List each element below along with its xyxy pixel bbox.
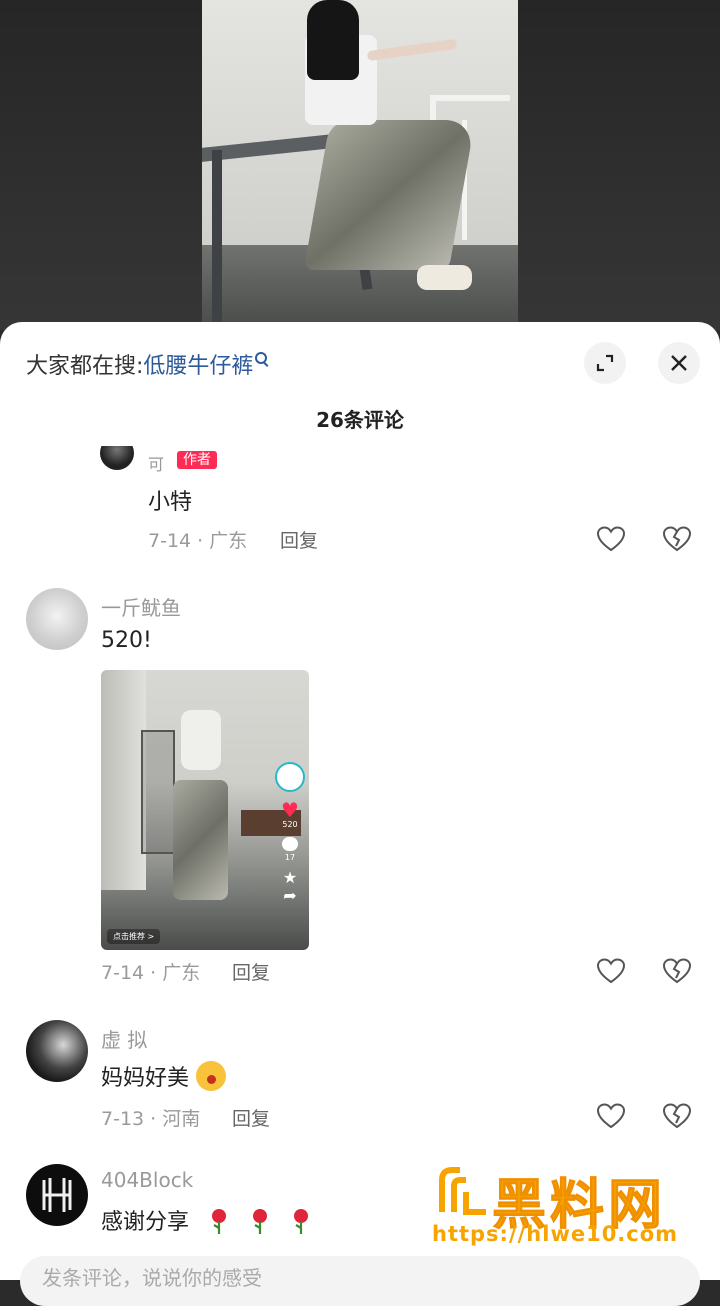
commenter-name[interactable]: 虚 拟 bbox=[101, 1024, 147, 1053]
thumbnail-heart-icon: ♥ bbox=[281, 798, 299, 822]
avatar[interactable] bbox=[26, 588, 88, 650]
hot-search-prefix: 大家都在搜: bbox=[26, 354, 144, 379]
heart-icon[interactable] bbox=[596, 1101, 626, 1131]
comment-text: 小特 bbox=[148, 490, 193, 515]
video-preview[interactable] bbox=[202, 0, 518, 325]
thumbnail-comment-count: 17 bbox=[284, 853, 296, 862]
heart-icon[interactable] bbox=[596, 956, 626, 986]
close-icon bbox=[671, 355, 687, 371]
thumbnail-comment-icon bbox=[282, 837, 298, 851]
reply-button[interactable]: 回复 bbox=[232, 1104, 270, 1131]
broken-heart-icon[interactable] bbox=[662, 524, 692, 554]
comment-meta: 7-14 · 广东 bbox=[101, 962, 201, 984]
heart-icon[interactable] bbox=[596, 524, 626, 554]
search-icon bbox=[255, 352, 268, 364]
reply-button[interactable]: 回复 bbox=[232, 958, 270, 985]
avatar[interactable] bbox=[100, 446, 134, 470]
comment-sheet: 大家都在搜:低腰牛仔裤 26条评论 可 作者 小特 7-14 · 广东 回复 一… bbox=[0, 322, 720, 1280]
rose-icon bbox=[212, 1209, 227, 1234]
thumbnail-glass-case bbox=[141, 730, 175, 854]
thumbnail-avatar bbox=[275, 762, 305, 792]
comment-count-title: 26条评论 bbox=[316, 408, 404, 432]
commenter-name[interactable]: 404Block bbox=[101, 1168, 193, 1192]
expand-button[interactable] bbox=[584, 342, 626, 384]
watermark-url: https://hlwe10.com bbox=[432, 1222, 679, 1246]
comment-text: 妈妈好美 bbox=[101, 1060, 227, 1092]
comment-list[interactable]: 可 作者 小特 7-14 · 广东 回复 一斤鱿鱼 520! ♥ 520 17 … bbox=[0, 446, 720, 1280]
thumbnail-like-count: 520 bbox=[282, 820, 298, 829]
comment-text: 感谢分享 bbox=[101, 1204, 312, 1236]
broken-heart-icon[interactable] bbox=[662, 1101, 692, 1131]
comment-input-placeholder: 发条评论，说说你的感受 bbox=[42, 1266, 262, 1290]
broken-heart-icon[interactable] bbox=[662, 956, 692, 986]
avatar[interactable] bbox=[26, 1020, 88, 1082]
watermark: 黑料网 https://hlwe10.com bbox=[432, 1162, 702, 1254]
comment-text-content: 感谢分享 bbox=[101, 1210, 190, 1235]
comment-text: 520! bbox=[101, 628, 152, 653]
shocked-face-icon bbox=[196, 1061, 227, 1091]
thumbnail-share-icon: ➦ bbox=[283, 886, 297, 905]
comment-meta: 7-14 · 广东 bbox=[148, 530, 248, 552]
thumbnail-star-icon: ★ bbox=[282, 868, 298, 887]
video-person-shoe bbox=[417, 265, 472, 290]
commenter-name[interactable]: 可 bbox=[148, 451, 164, 475]
avatar-logo-icon bbox=[42, 1178, 72, 1212]
video-person bbox=[297, 0, 477, 300]
reply-button[interactable]: 回复 bbox=[280, 526, 318, 553]
thumbnail-hoodie bbox=[181, 710, 221, 770]
avatar[interactable] bbox=[26, 1164, 88, 1226]
comment-input[interactable]: 发条评论，说说你的感受 bbox=[20, 1256, 700, 1306]
thumbnail-side-actions: ♥ 520 17 ★ ➦ bbox=[275, 762, 305, 942]
rose-icon bbox=[294, 1209, 309, 1234]
video-table-leg bbox=[212, 150, 222, 325]
video-person-pants bbox=[303, 120, 476, 270]
commenter-name[interactable]: 一斤鱿鱼 bbox=[101, 592, 181, 621]
thumbnail-pants bbox=[173, 780, 228, 900]
hot-search-keyword[interactable]: 低腰牛仔裤 bbox=[143, 354, 253, 379]
comment-input-bar: 发条评论，说说你的感受 bbox=[0, 1250, 720, 1306]
comment-video-thumbnail[interactable]: ♥ 520 17 ★ ➦ 点击推荐 > bbox=[101, 670, 309, 950]
rose-icon bbox=[253, 1209, 268, 1234]
expand-icon bbox=[596, 354, 614, 372]
comment-meta: 7-13 · 河南 bbox=[101, 1108, 201, 1130]
close-button[interactable] bbox=[658, 342, 700, 384]
video-person-arm bbox=[366, 38, 458, 62]
comment-text-content: 妈妈好美 bbox=[101, 1066, 190, 1091]
hot-search-bar[interactable]: 大家都在搜:低腰牛仔裤 bbox=[26, 348, 268, 380]
thumbnail-person bbox=[173, 710, 233, 910]
author-badge: 作者 bbox=[177, 451, 217, 469]
watermark-logo-icon bbox=[439, 1167, 486, 1215]
thumbnail-bottom-label: 点击推荐 > bbox=[107, 929, 161, 944]
video-person-hair bbox=[307, 0, 359, 80]
thumbnail-building bbox=[101, 670, 146, 890]
